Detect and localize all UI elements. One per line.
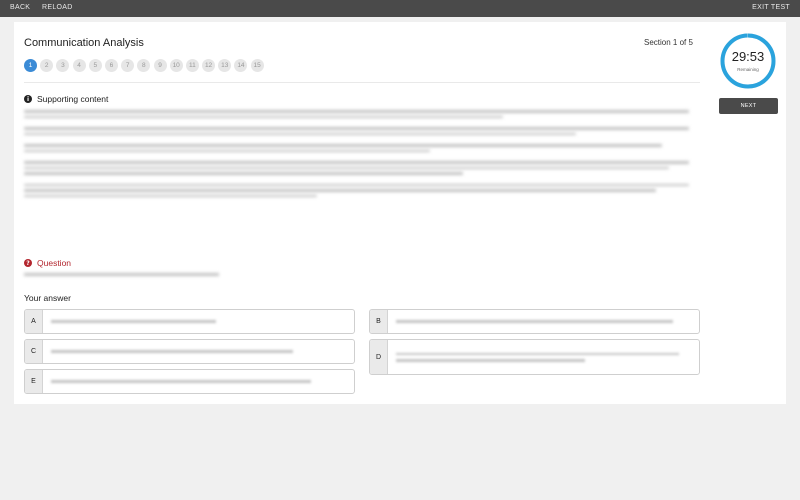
option-text	[388, 340, 699, 374]
answer-option-d[interactable]: D	[369, 339, 700, 375]
next-button[interactable]: NEXT	[719, 98, 778, 114]
question-tab-15[interactable]: 15	[250, 59, 264, 72]
question-tab-14[interactable]: 14	[234, 59, 248, 72]
option-text	[43, 310, 354, 333]
question-navigator: 1 2 3 4 5 6 7 8 9 10 11 12 13 14 15	[24, 59, 267, 72]
option-text	[43, 370, 354, 393]
question-tab-10[interactable]: 10	[169, 59, 183, 72]
option-letter: D	[370, 340, 388, 374]
question-tab-5[interactable]: 5	[88, 59, 102, 72]
option-text	[388, 310, 699, 333]
question-tab-8[interactable]: 8	[137, 59, 151, 72]
question-label: Question	[37, 258, 72, 268]
question-tab-1[interactable]: 1	[24, 59, 37, 72]
timer-time: 29:53	[731, 49, 765, 64]
question-tab-7[interactable]: 7	[121, 59, 135, 72]
info-icon: i	[24, 95, 32, 103]
question-tab-4[interactable]: 4	[72, 59, 86, 72]
section-indicator: Section 1 of 5	[644, 38, 693, 47]
question-icon: ?	[24, 259, 32, 267]
question-tab-11[interactable]: 11	[185, 59, 199, 72]
question-heading: ? Question	[24, 258, 71, 268]
back-link[interactable]: BACK	[10, 4, 30, 11]
question-tab-2[interactable]: 2	[40, 59, 54, 72]
reload-link[interactable]: RELOAD	[42, 4, 73, 11]
question-tab-13[interactable]: 13	[218, 59, 232, 72]
question-tab-9[interactable]: 9	[153, 59, 167, 72]
option-letter: A	[25, 310, 43, 333]
question-text	[24, 273, 219, 276]
supporting-content-heading: i Supporting content	[24, 94, 108, 104]
answer-option-c[interactable]: C	[24, 339, 355, 364]
question-tab-3[interactable]: 3	[56, 59, 70, 72]
your-answer-label: Your answer	[24, 293, 71, 303]
exit-test-link[interactable]: EXIT TEST	[752, 4, 790, 11]
test-card: Communication Analysis Section 1 of 5 12…	[14, 22, 786, 404]
top-bar: BACK RELOAD EXIT TEST	[0, 0, 800, 17]
option-letter: C	[25, 340, 43, 363]
timer-label: Remaining	[737, 67, 759, 72]
answer-option-a[interactable]: A	[24, 309, 355, 334]
answer-option-e[interactable]: E	[24, 369, 355, 394]
answer-option-b[interactable]: B	[369, 309, 700, 334]
question-tab-6[interactable]: 6	[104, 59, 118, 72]
option-letter: B	[370, 310, 388, 333]
supporting-content-label: Supporting content	[37, 94, 109, 104]
option-letter: E	[25, 370, 43, 393]
divider	[24, 82, 700, 83]
question-tab-12[interactable]: 12	[202, 59, 216, 72]
page-title: Communication Analysis	[24, 37, 144, 49]
option-text	[43, 340, 354, 363]
supporting-content-text	[24, 110, 689, 206]
